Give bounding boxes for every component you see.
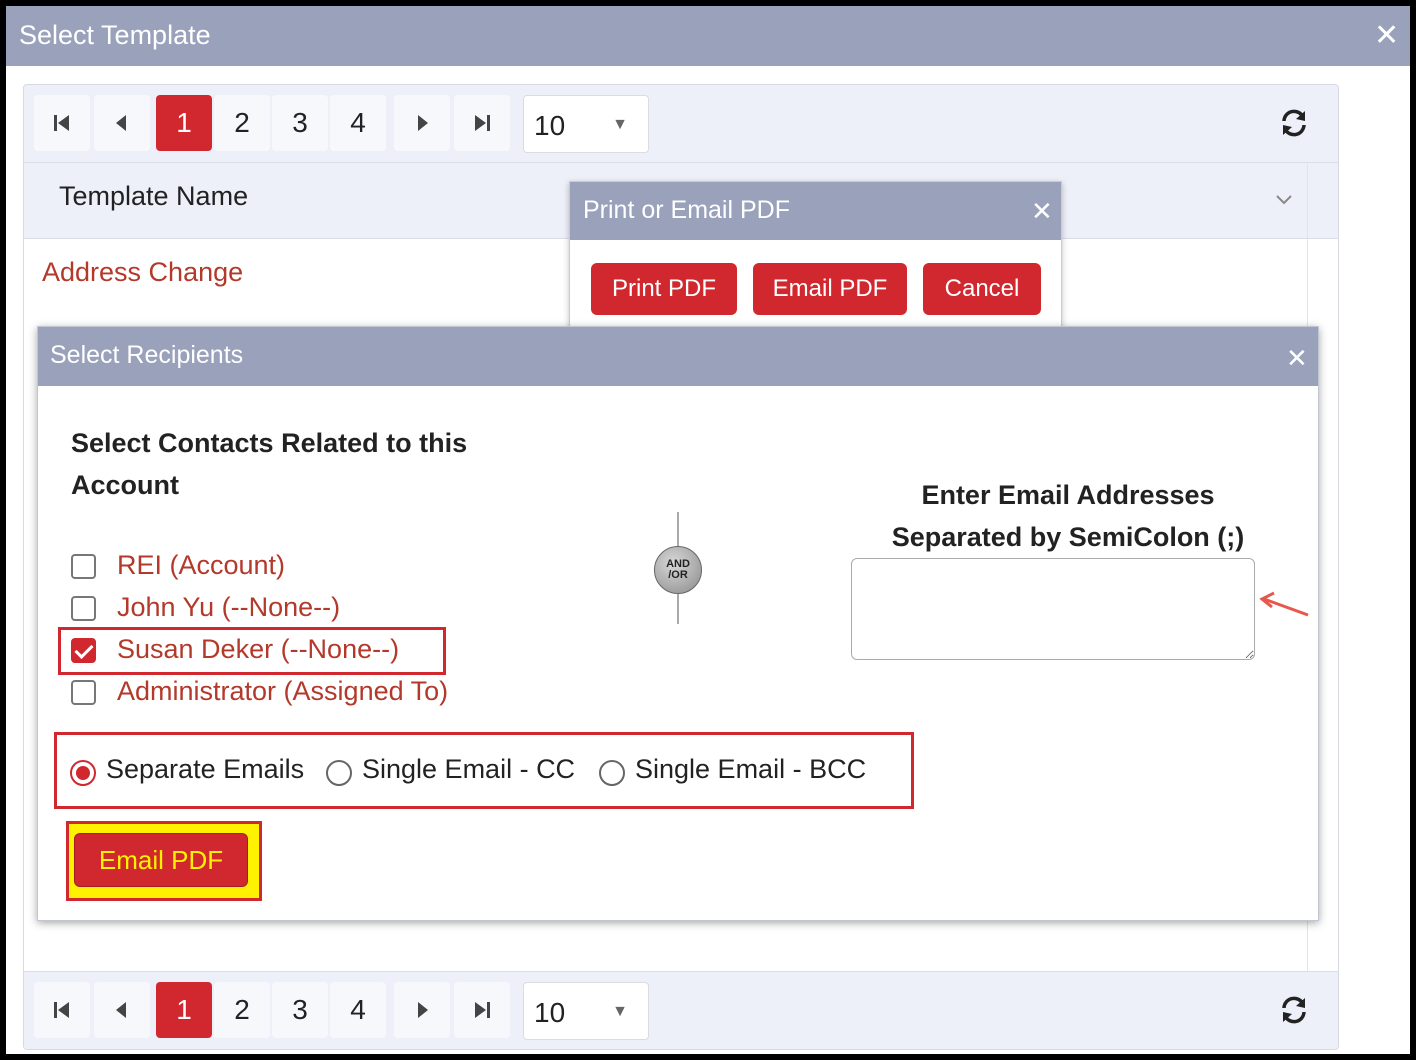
column-header-template-name[interactable]: Template Name xyxy=(59,181,248,212)
and-or-badge: AND /OR xyxy=(654,546,702,594)
last-page-icon xyxy=(475,115,490,131)
page-1-button[interactable]: 1 xyxy=(156,95,212,151)
print-or-email-dialog: Print or Email PDF ✕ Print PDF Email PDF… xyxy=(569,181,1062,341)
next-page-button[interactable] xyxy=(394,95,450,151)
contact-checkbox-checked[interactable] xyxy=(71,638,96,663)
contact-label: John Yu (--None--) xyxy=(117,592,341,622)
prev-page-icon xyxy=(116,115,126,131)
first-page-icon xyxy=(54,115,69,131)
column-menu-chevron-icon[interactable] xyxy=(1272,189,1296,209)
email-addresses-input[interactable] xyxy=(851,558,1255,660)
page-4-button[interactable]: 4 xyxy=(330,982,386,1038)
radio-separate-emails[interactable] xyxy=(70,760,96,786)
page-3-button[interactable]: 3 xyxy=(272,95,328,151)
radio-single-email-bcc[interactable] xyxy=(599,760,625,786)
pager-bottom: 1 2 3 4 10 ▼ xyxy=(24,971,1338,1049)
page-size-select[interactable]: 10 ▼ xyxy=(523,982,649,1040)
contact-label: Administrator (Assigned To) xyxy=(117,676,449,706)
next-page-icon xyxy=(418,1002,428,1018)
contact-label: REI (Account) xyxy=(117,550,286,580)
first-page-icon xyxy=(54,1002,69,1018)
last-page-button[interactable] xyxy=(454,95,510,151)
first-page-button[interactable] xyxy=(34,95,90,151)
window-title: Select Template xyxy=(19,20,211,50)
window-titlebar: Select Template ✕ xyxy=(6,6,1410,66)
page-2-button[interactable]: 2 xyxy=(214,982,270,1038)
dialog-titlebar: Print or Email PDF ✕ xyxy=(570,182,1061,240)
contact-checkbox[interactable] xyxy=(71,554,96,579)
or-text: /OR xyxy=(668,569,688,581)
radio-single-email-cc[interactable] xyxy=(326,760,352,786)
annotation-arrow-icon xyxy=(1259,591,1309,617)
prev-page-icon xyxy=(116,1002,126,1018)
radio-label: Single Email - BCC xyxy=(635,754,867,784)
dialog-title: Select Recipients xyxy=(50,341,244,369)
prev-page-button[interactable] xyxy=(94,95,150,151)
email-pdf-button[interactable]: Email PDF xyxy=(753,263,907,315)
radio-label: Single Email - CC xyxy=(362,754,576,784)
chevron-down-icon: ▼ xyxy=(612,1003,628,1020)
select-recipients-dialog: Select Recipients ✕ Select Contacts Rela… xyxy=(37,326,1319,921)
page-1-button[interactable]: 1 xyxy=(156,982,212,1038)
dialog-title: Print or Email PDF xyxy=(583,196,790,224)
contact-checkbox[interactable] xyxy=(71,596,96,621)
next-page-icon xyxy=(418,115,428,131)
contacts-heading: Select Contacts Related to this Account xyxy=(71,428,468,500)
refresh-icon[interactable] xyxy=(1278,994,1310,1026)
cancel-button[interactable]: Cancel xyxy=(923,263,1041,315)
print-pdf-button[interactable]: Print PDF xyxy=(591,263,737,315)
table-row[interactable]: Address Change xyxy=(42,257,243,288)
page-2-button[interactable]: 2 xyxy=(214,95,270,151)
prev-page-button[interactable] xyxy=(94,982,150,1038)
dialog-titlebar: Select Recipients ✕ xyxy=(38,327,1318,386)
dialog-close-icon[interactable]: ✕ xyxy=(1286,343,1308,373)
radio-label: Separate Emails xyxy=(106,754,305,784)
pager-top: 1 2 3 4 10 ▼ xyxy=(24,85,1338,163)
submit-email-pdf-button[interactable]: Email PDF xyxy=(74,833,248,887)
last-page-icon xyxy=(475,1002,490,1018)
next-page-button[interactable] xyxy=(394,982,450,1038)
first-page-button[interactable] xyxy=(34,982,90,1038)
chevron-down-icon: ▼ xyxy=(612,116,628,133)
page-4-button[interactable]: 4 xyxy=(330,95,386,151)
email-addresses-heading: Enter Email Addresses Separated by SemiC… xyxy=(891,480,1245,552)
refresh-icon[interactable] xyxy=(1278,107,1310,139)
page-size-value: 10 xyxy=(534,997,566,1028)
dialog-close-icon[interactable]: ✕ xyxy=(1031,196,1053,226)
window-close-icon[interactable]: ✕ xyxy=(1374,21,1399,51)
page-3-button[interactable]: 3 xyxy=(272,982,328,1038)
last-page-button[interactable] xyxy=(454,982,510,1038)
page-size-value: 10 xyxy=(534,110,566,141)
page-size-select[interactable]: 10 ▼ xyxy=(523,95,649,153)
contact-checkbox[interactable] xyxy=(71,680,96,705)
contact-label: Susan Deker (--None--) xyxy=(117,634,400,664)
